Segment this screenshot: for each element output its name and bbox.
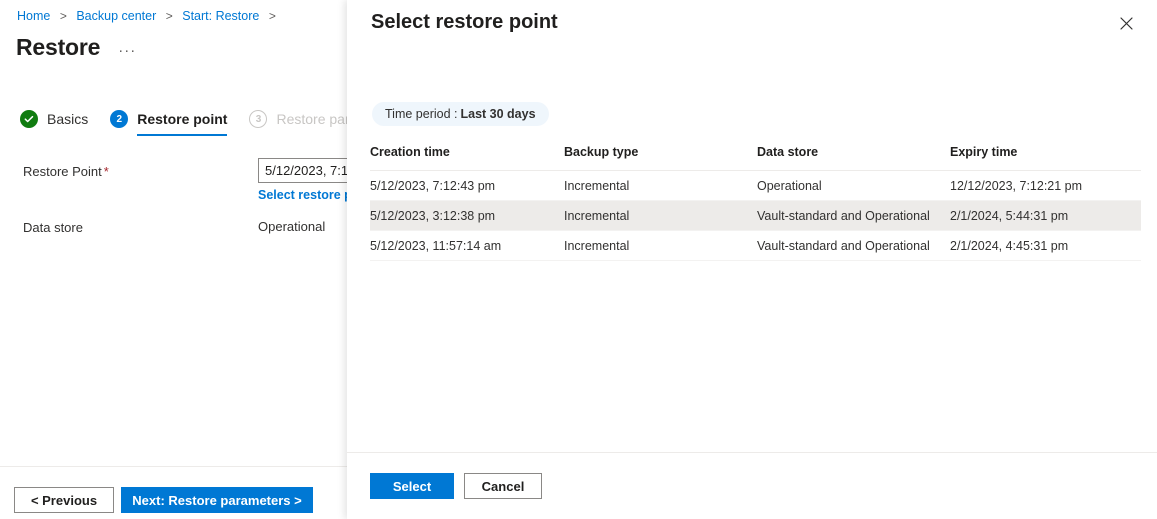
cell-expiry-time: 2/1/2024, 5:44:31 pm xyxy=(950,208,1069,223)
restore-point-input[interactable] xyxy=(258,158,347,183)
next-restore-parameters-button[interactable]: Next: Restore parameters > xyxy=(121,487,313,513)
breadcrumb-item-backup-center[interactable]: Backup center xyxy=(76,9,156,23)
column-header-expiry-time[interactable]: Expiry time xyxy=(950,145,1141,159)
page-title: Restore xyxy=(16,34,101,60)
column-header-backup-type[interactable]: Backup type xyxy=(564,145,757,159)
breadcrumb-item-start-restore[interactable]: Start: Restore xyxy=(182,9,259,23)
page-title-row: Restore ··· xyxy=(16,34,136,61)
wizard-tabs: Basics 2 Restore point 3 Restore paramet… xyxy=(20,110,347,136)
field-restore-point-control: Select restore point xyxy=(258,158,347,202)
check-circle-icon xyxy=(20,110,38,128)
app-root: Home > Backup center > Start: Restore > … xyxy=(0,0,1157,519)
field-restore-point-label: Restore Point * xyxy=(23,164,109,179)
table-row[interactable]: 5/12/2023, 11:57:14 am Incremental Vault… xyxy=(370,231,1141,261)
column-header-creation-time[interactable]: Creation time xyxy=(370,145,564,159)
table-header-row: Creation time Backup type Data store Exp… xyxy=(370,145,1141,171)
panel-title: Select restore point xyxy=(371,11,558,33)
previous-button[interactable]: < Previous xyxy=(14,487,114,513)
cell-creation-time: 5/12/2023, 3:12:38 pm xyxy=(370,208,496,223)
cell-backup-type: Incremental xyxy=(564,208,630,223)
breadcrumb: Home > Backup center > Start: Restore > xyxy=(17,9,282,23)
panel-footer: Select Cancel xyxy=(370,473,542,499)
select-button[interactable]: Select xyxy=(370,473,454,499)
tab-restore-point[interactable]: 2 Restore point xyxy=(110,110,228,136)
select-restore-point-panel: Select restore point Time period : Last … xyxy=(347,0,1157,519)
panel-footer-divider xyxy=(347,452,1157,453)
cell-backup-type: Incremental xyxy=(564,238,630,253)
field-data-store: Data store Operational xyxy=(0,214,347,260)
table-row[interactable]: 5/12/2023, 3:12:38 pm Incremental Vault-… xyxy=(370,201,1141,231)
cell-data-store: Vault-standard and Operational xyxy=(757,208,930,223)
cell-backup-type: Incremental xyxy=(564,178,630,193)
field-data-store-label: Data store xyxy=(23,220,83,235)
filter-bar: Time period : Last 30 days xyxy=(372,102,549,126)
table-row[interactable]: 5/12/2023, 7:12:43 pm Incremental Operat… xyxy=(370,171,1141,201)
field-restore-point: Restore Point* Select restore point xyxy=(0,158,347,204)
required-marker: * xyxy=(103,164,109,179)
tab-restore-point-label: Restore point xyxy=(137,111,228,127)
breadcrumb-item-home[interactable]: Home xyxy=(17,9,50,23)
cell-creation-time: 5/12/2023, 11:57:14 am xyxy=(370,238,502,253)
restore-points-table: Creation time Backup type Data store Exp… xyxy=(370,145,1141,261)
wizard-footer-divider xyxy=(0,466,347,467)
cell-data-store: Operational xyxy=(757,178,822,193)
breadcrumb-separator-icon: > xyxy=(59,9,67,23)
time-period-filter-name: Time period : xyxy=(385,107,458,121)
cell-expiry-time: 2/1/2024, 4:45:31 pm xyxy=(950,238,1069,253)
cell-creation-time: 5/12/2023, 7:12:43 pm xyxy=(370,178,496,193)
time-period-filter-pill[interactable]: Time period : Last 30 days xyxy=(372,102,549,126)
select-restore-point-link[interactable]: Select restore point xyxy=(258,188,347,202)
more-actions-icon[interactable]: ··· xyxy=(118,42,136,59)
breadcrumb-separator-icon: > xyxy=(165,9,173,23)
step-number-badge: 3 xyxy=(249,110,268,128)
cell-data-store: Vault-standard and Operational xyxy=(757,238,930,253)
cancel-button[interactable]: Cancel xyxy=(464,473,542,499)
tab-restore-parameters-label: Restore parameters xyxy=(276,111,347,127)
restore-wizard-pane: Home > Backup center > Start: Restore > … xyxy=(0,0,347,519)
field-data-store-value: Operational xyxy=(258,219,326,234)
close-icon[interactable] xyxy=(1115,12,1137,34)
breadcrumb-separator-icon: > xyxy=(268,9,276,23)
restore-point-form: Restore Point* Select restore point Data… xyxy=(0,158,347,260)
tab-basics[interactable]: Basics xyxy=(20,110,88,136)
cell-expiry-time: 12/12/2023, 7:12:21 pm xyxy=(950,178,1083,193)
tab-restore-parameters: 3 Restore parameters xyxy=(249,110,347,136)
time-period-filter-value: Last 30 days xyxy=(460,107,536,121)
column-header-data-store[interactable]: Data store xyxy=(757,145,950,159)
step-number-badge: 2 xyxy=(110,110,129,128)
wizard-footer: < Previous Next: Restore parameters > xyxy=(14,487,313,513)
tab-basics-label: Basics xyxy=(47,111,89,127)
